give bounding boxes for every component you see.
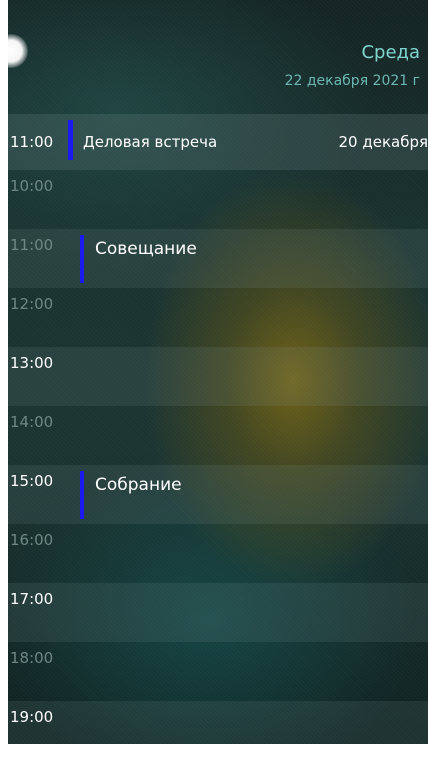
slot-time: 17:00 bbox=[10, 590, 54, 608]
time-slot-13[interactable]: 13:00 bbox=[8, 347, 428, 406]
slot-time: 16:00 bbox=[10, 531, 54, 549]
event-marker bbox=[80, 235, 84, 283]
time-slot-16[interactable]: 16:00 bbox=[8, 524, 428, 583]
time-slot-11[interactable]: 11:00 Совещание bbox=[8, 229, 428, 288]
upcoming-event-time: 11:00 bbox=[10, 133, 54, 151]
slot-time: 18:00 bbox=[10, 649, 54, 667]
upcoming-event-date: 20 декабря bbox=[338, 133, 428, 151]
current-date: 22 декабря 2021 г bbox=[284, 73, 420, 89]
event-title: Собрание bbox=[95, 475, 182, 495]
upcoming-event[interactable]: 11:00 Деловая встреча 20 декабря bbox=[8, 114, 428, 170]
time-slot-12[interactable]: 12:00 bbox=[8, 288, 428, 347]
weekday-title: Среда bbox=[361, 42, 420, 63]
time-slot-10[interactable]: 10:00 bbox=[8, 170, 428, 229]
time-slot-17[interactable]: 17:00 bbox=[8, 583, 428, 642]
event-marker bbox=[68, 120, 73, 160]
slot-time: 10:00 bbox=[10, 177, 54, 195]
time-slot-19[interactable]: 19:00 bbox=[8, 701, 428, 744]
calendar-screen: Среда 22 декабря 2021 г 11:00 Деловая вс… bbox=[8, 0, 428, 744]
slot-time: 12:00 bbox=[10, 295, 54, 313]
time-slot-15[interactable]: 15:00 Собрание bbox=[8, 465, 428, 524]
time-slot-18[interactable]: 18:00 bbox=[8, 642, 428, 701]
slot-time: 15:00 bbox=[10, 472, 54, 490]
upcoming-event-title: Деловая встреча bbox=[83, 133, 218, 151]
slot-time: 19:00 bbox=[10, 708, 54, 726]
slot-time: 11:00 bbox=[10, 236, 54, 254]
event-marker bbox=[80, 471, 84, 519]
event-title: Совещание bbox=[95, 239, 197, 259]
slot-time: 13:00 bbox=[10, 354, 54, 372]
time-slot-14[interactable]: 14:00 bbox=[8, 406, 428, 465]
slot-time: 14:00 bbox=[10, 413, 54, 431]
light-glow bbox=[8, 34, 28, 68]
